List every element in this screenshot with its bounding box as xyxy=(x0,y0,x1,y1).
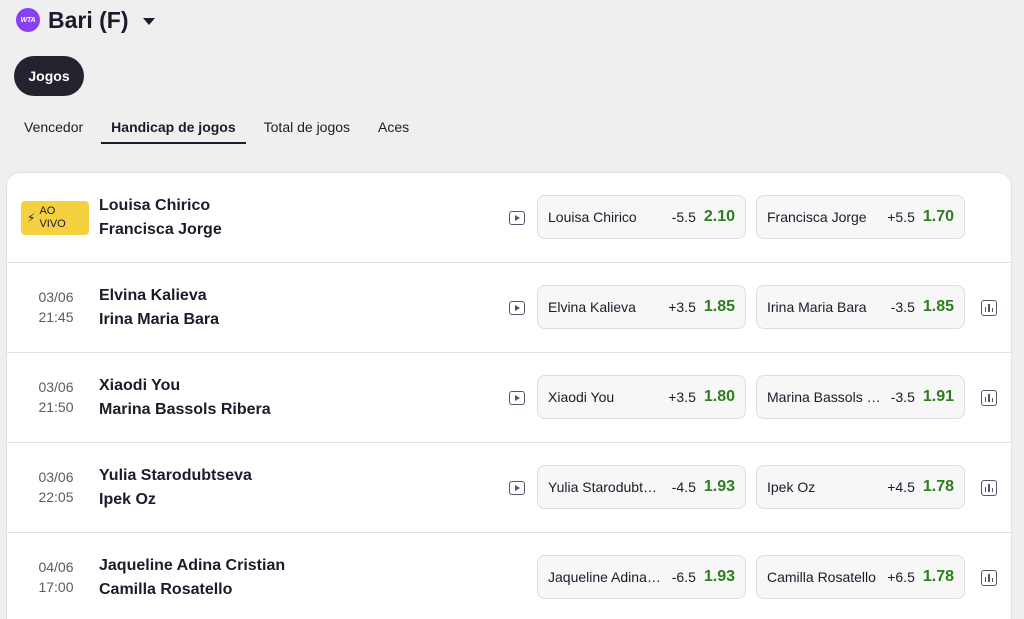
match-row[interactable]: 03/06 21:50 Xiaodi You Marina Bassols Ri… xyxy=(7,353,1011,443)
tournament-title: Bari (F) xyxy=(48,6,129,33)
odds-price: 2.10 xyxy=(703,208,735,225)
match-time: 17:00 xyxy=(38,579,74,595)
live-stream-icon[interactable] xyxy=(509,301,525,315)
tab-aces[interactable]: Aces xyxy=(368,112,419,142)
match-datetime: 03/06 21:50 xyxy=(29,377,83,417)
tab-total-de-jogos[interactable]: Total de jogos xyxy=(254,112,360,142)
player1-name: Jaqueline Adina Cristian xyxy=(99,557,286,574)
match-time: 22:05 xyxy=(38,489,74,505)
stats-icon[interactable] xyxy=(981,570,997,586)
market-group-pill-jogos[interactable]: Jogos xyxy=(14,56,84,96)
wta-logo-icon: WTA xyxy=(16,8,40,32)
live-badge: ⚡︎ AO VIVO xyxy=(21,201,89,235)
match-datetime: 04/06 17:00 xyxy=(29,557,83,597)
match-date: 04/06 xyxy=(38,559,74,575)
match-players[interactable]: Louisa Chirico Francisca Jorge xyxy=(99,194,222,242)
match-players[interactable]: Yulia Starodubtseva Ipek Oz xyxy=(99,464,252,512)
match-date: 03/06 xyxy=(38,289,74,305)
live-label-line2: VIVO xyxy=(39,218,66,230)
odds-handicap-line: -3.5 xyxy=(890,389,915,405)
match-players[interactable]: Xiaodi You Marina Bassols Ribera xyxy=(99,374,271,422)
odds-handicap-line: -5.5 xyxy=(671,209,696,225)
odds-price: 1.78 xyxy=(922,478,954,495)
match-time: 21:45 xyxy=(38,309,74,325)
player1-name: Yulia Starodubtseva xyxy=(99,467,252,484)
live-stream-icon[interactable] xyxy=(509,481,525,495)
stats-icon[interactable] xyxy=(981,300,997,316)
odds-selection-name: Yulia Starodubt… xyxy=(548,479,657,495)
odds-handicap-line: +4.5 xyxy=(887,479,915,495)
match-players[interactable]: Elvina Kalieva Irina Maria Bara xyxy=(99,284,219,332)
lightning-icon: ⚡︎ xyxy=(27,211,36,225)
player2-name: Ipek Oz xyxy=(99,491,156,508)
player2-name: Francisca Jorge xyxy=(99,221,222,238)
matches-list: ⚡︎ AO VIVO Louisa Chirico Francisca Jorge… xyxy=(6,172,1012,619)
odds-button-player2[interactable]: Ipek Oz +4.5 1.78 xyxy=(756,465,965,509)
match-row[interactable]: 04/06 17:00 Jaqueline Adina Cristian Cam… xyxy=(7,533,1011,619)
match-datetime: 03/06 21:45 xyxy=(29,287,83,327)
odds-price: 1.70 xyxy=(922,208,954,225)
odds-selection-name: Xiaodi You xyxy=(548,389,615,405)
stats-icon[interactable] xyxy=(981,390,997,406)
player2-name: Camilla Rosatello xyxy=(99,581,233,598)
odds-price: 1.78 xyxy=(922,568,954,585)
odds-handicap-line: -3.5 xyxy=(890,299,915,315)
odds-selection-name: Marina Bassols … xyxy=(767,389,881,405)
chevron-down-icon[interactable] xyxy=(142,17,155,25)
odds-price: 1.93 xyxy=(703,478,735,495)
odds-selection-name: Louisa Chirico xyxy=(548,209,637,225)
odds-selection-name: Ipek Oz xyxy=(767,479,816,495)
match-date: 03/06 xyxy=(38,469,74,485)
player1-name: Louisa Chirico xyxy=(99,197,211,214)
odds-selection-name: Irina Maria Bara xyxy=(767,299,867,315)
odds-handicap-line: -6.5 xyxy=(671,569,696,585)
player2-name: Irina Maria Bara xyxy=(99,311,220,328)
odds-handicap-line: -4.5 xyxy=(671,479,696,495)
match-row[interactable]: ⚡︎ AO VIVO Louisa Chirico Francisca Jorge… xyxy=(7,173,1011,263)
player1-name: Elvina Kalieva xyxy=(99,287,207,304)
odds-handicap-line: +3.5 xyxy=(668,389,696,405)
odds-handicap-line: +3.5 xyxy=(668,299,696,315)
player2-name: Marina Bassols Ribera xyxy=(99,401,271,418)
stats-icon[interactable] xyxy=(981,480,997,496)
odds-price: 1.93 xyxy=(703,568,735,585)
match-row[interactable]: 03/06 21:45 Elvina Kalieva Irina Maria B… xyxy=(7,263,1011,353)
live-stream-icon[interactable] xyxy=(509,211,525,225)
odds-price: 1.85 xyxy=(703,298,735,315)
odds-button-player2[interactable]: Irina Maria Bara -3.5 1.85 xyxy=(756,285,965,329)
match-row[interactable]: 03/06 22:05 Yulia Starodubtseva Ipek Oz … xyxy=(7,443,1011,533)
odds-handicap-line: +5.5 xyxy=(887,209,915,225)
match-date: 03/06 xyxy=(38,379,74,395)
match-players[interactable]: Jaqueline Adina Cristian Camilla Rosatel… xyxy=(99,554,285,602)
live-stream-icon[interactable] xyxy=(509,391,525,405)
odds-button-player1[interactable]: Louisa Chirico -5.5 2.10 xyxy=(537,195,746,239)
odds-button-player1[interactable]: Jaqueline Adina… -6.5 1.93 xyxy=(537,555,746,599)
odds-button-player1[interactable]: Yulia Starodubt… -4.5 1.93 xyxy=(537,465,746,509)
odds-handicap-line: +6.5 xyxy=(887,569,915,585)
tab-handicap-de-jogos[interactable]: Handicap de jogos xyxy=(101,112,247,144)
odds-selection-name: Elvina Kalieva xyxy=(548,299,636,315)
market-tabs: Vencedor Handicap de jogos Total de jogo… xyxy=(0,112,423,144)
odds-price: 1.80 xyxy=(703,388,735,405)
odds-button-player2[interactable]: Camilla Rosatello +6.5 1.78 xyxy=(756,555,965,599)
live-label-line1: AO xyxy=(39,205,56,217)
odds-button-player1[interactable]: Xiaodi You +3.5 1.80 xyxy=(537,375,746,419)
tournament-header[interactable]: WTA Bari (F) xyxy=(16,6,155,34)
odds-selection-name: Francisca Jorge xyxy=(767,209,867,225)
player1-name: Xiaodi You xyxy=(99,377,181,394)
match-datetime: 03/06 22:05 xyxy=(29,467,83,507)
odds-selection-name: Jaqueline Adina… xyxy=(548,569,661,585)
odds-button-player1[interactable]: Elvina Kalieva +3.5 1.85 xyxy=(537,285,746,329)
odds-price: 1.91 xyxy=(922,388,954,405)
match-time: 21:50 xyxy=(38,399,74,415)
odds-button-player2[interactable]: Francisca Jorge +5.5 1.70 xyxy=(756,195,965,239)
odds-selection-name: Camilla Rosatello xyxy=(767,569,876,585)
tab-vencedor[interactable]: Vencedor xyxy=(14,112,93,142)
odds-price: 1.85 xyxy=(922,298,954,315)
odds-button-player2[interactable]: Marina Bassols … -3.5 1.91 xyxy=(756,375,965,419)
